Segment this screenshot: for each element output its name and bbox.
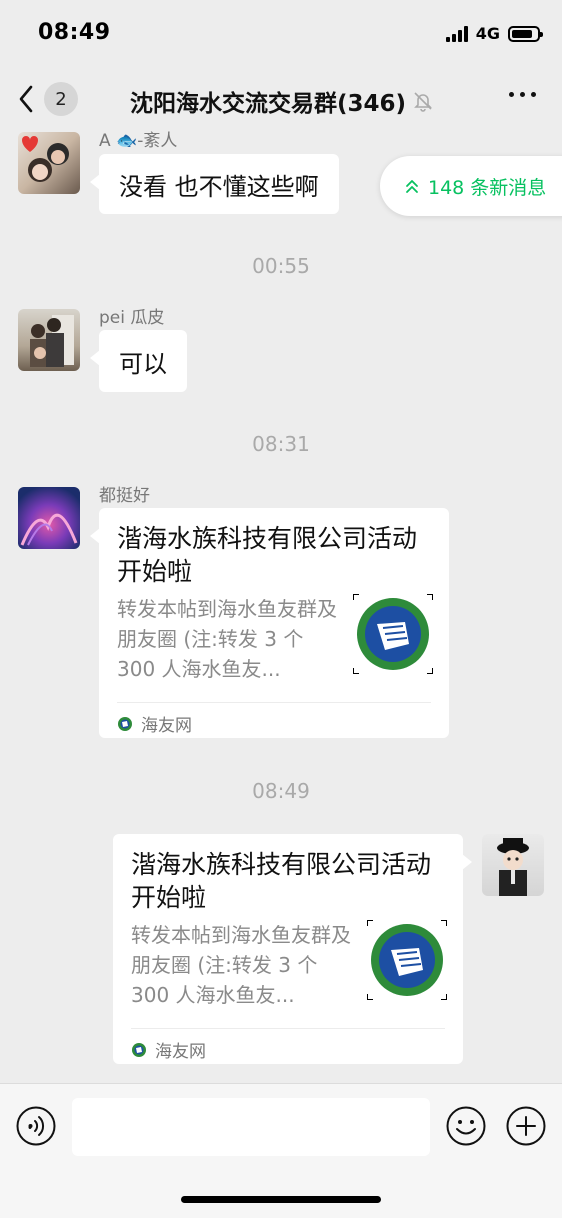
status-bar: 08:49 4G xyxy=(0,0,562,68)
page-title[interactable]: 沈阳海水交流交易群(346) xyxy=(130,84,434,118)
avatar[interactable] xyxy=(18,487,80,549)
group-title: 沈阳海水交流交易群(346) xyxy=(130,91,407,117)
more-dots-icon xyxy=(509,92,514,97)
back-button[interactable]: 2 xyxy=(18,80,88,118)
chevron-left-icon xyxy=(19,85,33,113)
link-card-title: 湝海水族科技有限公司活动开始啦 xyxy=(131,850,432,912)
avatar[interactable] xyxy=(482,834,544,896)
link-card-footer: 海友网 xyxy=(117,702,431,736)
more-functions-button[interactable] xyxy=(506,1106,546,1146)
signal-icon xyxy=(445,25,468,42)
sender-name: 都挺好 xyxy=(99,486,150,506)
new-messages-label: 148 条新消息 xyxy=(428,176,547,199)
status-indicators: 4G xyxy=(445,24,543,43)
link-card-thumbnail xyxy=(352,593,434,675)
plus-icon xyxy=(506,1106,546,1146)
timestamp: 08:49 xyxy=(252,779,310,803)
network-type: 4G xyxy=(475,24,500,43)
message-bubble[interactable]: 可以 xyxy=(90,330,187,392)
emoji-icon xyxy=(446,1106,486,1146)
source-logo-icon xyxy=(132,1042,146,1057)
link-card[interactable]: 湝海水族科技有限公司活动开始啦 转发本帖到海水鱼友群及朋友圈 (注:转发 3 个… xyxy=(113,834,472,1064)
sender-name: A 🐟-紊人 xyxy=(99,131,178,151)
bell-slash-icon xyxy=(414,92,432,112)
source-logo-icon xyxy=(118,716,132,731)
unread-count-badge: 2 xyxy=(44,82,78,116)
double-chevron-up-icon xyxy=(406,180,418,193)
link-card-thumbnail xyxy=(366,919,448,1001)
message-input[interactable] xyxy=(72,1098,430,1156)
message-text: 可以 xyxy=(119,349,167,378)
link-card-title: 湝海水族科技有限公司活动开始啦 xyxy=(117,524,418,586)
home-indicator[interactable] xyxy=(181,1196,381,1203)
link-card-source: 海友网 xyxy=(141,716,192,736)
voice-icon xyxy=(16,1106,56,1146)
link-card-source: 海友网 xyxy=(155,1042,206,1062)
link-card-description: 转发本帖到海水鱼友群及朋友圈 (注:转发 3 个 300 人海水鱼友... xyxy=(131,923,351,1007)
link-card-description: 转发本帖到海水鱼友群及朋友圈 (注:转发 3 个 300 人海水鱼友... xyxy=(117,597,337,681)
battery-icon xyxy=(508,25,543,42)
battery-level xyxy=(512,29,533,38)
voice-button[interactable] xyxy=(16,1106,56,1146)
sender-name: pei 瓜皮 xyxy=(99,308,165,328)
avatar[interactable] xyxy=(18,132,80,194)
message-bubble[interactable]: 没看 也不懂这些啊 xyxy=(90,154,339,214)
status-time: 08:49 xyxy=(38,20,111,45)
link-card-footer: 海友网 xyxy=(131,1028,445,1062)
message-text: 没看 也不懂这些啊 xyxy=(119,172,319,201)
nav-bar: 2 沈阳海水交流交易群(346) xyxy=(0,68,562,130)
timestamp: 08:31 xyxy=(252,432,310,456)
more-options-button[interactable] xyxy=(509,92,536,97)
timestamp: 00:55 xyxy=(252,254,310,278)
emoji-button[interactable] xyxy=(446,1106,486,1146)
link-card[interactable]: 湝海水族科技有限公司活动开始啦 转发本帖到海水鱼友群及朋友圈 (注:转发 3 个… xyxy=(90,508,449,738)
chat-area[interactable]: A 🐟-紊人 没看 也不懂这些啊 148 条新消息 00:55 pei 瓜皮 可… xyxy=(0,130,562,1083)
avatar[interactable] xyxy=(18,309,80,371)
new-messages-button[interactable]: 148 条新消息 xyxy=(380,156,562,216)
